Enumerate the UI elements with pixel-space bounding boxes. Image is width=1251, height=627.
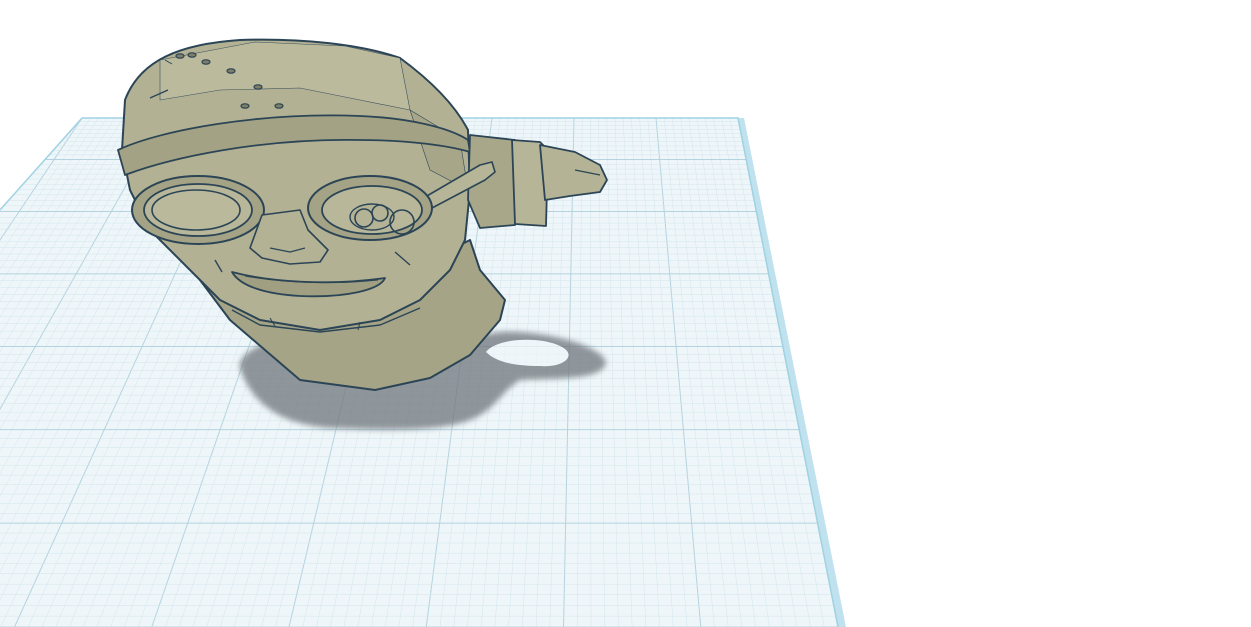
3d-viewport[interactable] <box>0 0 1251 627</box>
workplane-canvas[interactable] <box>0 0 1251 627</box>
